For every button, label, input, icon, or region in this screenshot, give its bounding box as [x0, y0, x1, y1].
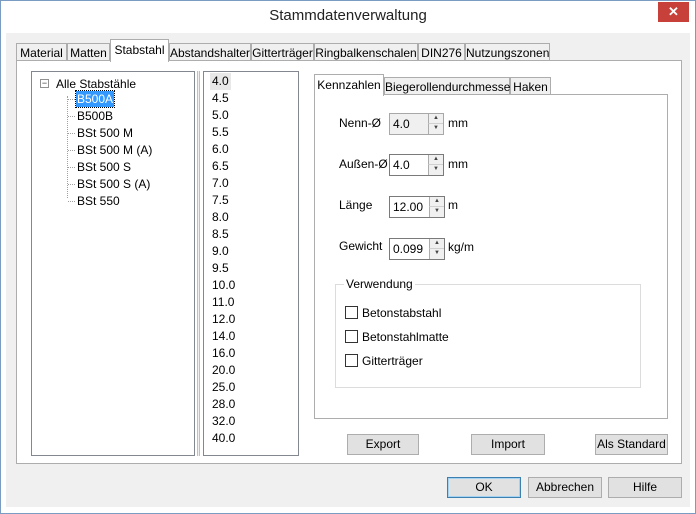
diameter-item[interactable]: 9.0 [210, 243, 231, 260]
diameter-item[interactable]: 11.0 [210, 294, 236, 311]
betonstahlmatte-label: Betonstahlmatte [362, 330, 449, 344]
close-button[interactable]: ✕ [658, 2, 689, 22]
gewicht-stepper[interactable]: 0.099 ▲ ▼ [389, 238, 445, 260]
verwendung-title: Verwendung [344, 277, 415, 291]
diameter-item[interactable]: 6.5 [210, 158, 231, 175]
tree-item-bst-500-s[interactable]: BSt 500 S [76, 159, 132, 175]
als-standard-button[interactable]: Als Standard [595, 434, 668, 455]
verwendung-group: Verwendung Betonstabstahl Betonstahlmatt… [335, 277, 641, 388]
diameter-item[interactable]: 9.5 [210, 260, 231, 277]
spin-up-icon[interactable]: ▲ [428, 155, 443, 165]
laenge-stepper[interactable]: 12.00 ▲ ▼ [389, 196, 445, 218]
nenn-unit: mm [448, 116, 468, 130]
diameter-item[interactable]: 4.5 [210, 90, 231, 107]
diameter-item[interactable]: 16.0 [210, 345, 237, 362]
diameter-item[interactable]: 8.0 [210, 209, 231, 226]
tab-kennzahlen[interactable]: Kennzahlen [314, 74, 384, 96]
close-icon: ✕ [668, 4, 679, 19]
tree-item-bst-500-s-a[interactable]: BSt 500 S (A) [76, 176, 151, 192]
diameter-item[interactable]: 10.0 [210, 277, 237, 294]
diameter-item[interactable]: 32.0 [210, 413, 237, 430]
tree-connector [68, 99, 75, 100]
tab-gittertraeger[interactable]: Gitterträger [251, 43, 314, 61]
diameter-item[interactable]: 14.0 [210, 328, 237, 345]
spin-up-icon[interactable]: ▲ [429, 197, 444, 207]
spin-down-icon[interactable]: ▼ [428, 165, 443, 175]
laenge-value: 12.00 [393, 200, 424, 214]
gewicht-value: 0.099 [393, 242, 424, 256]
diameter-item[interactable]: 7.0 [210, 175, 231, 192]
diameter-item[interactable]: 7.5 [210, 192, 231, 209]
ok-button[interactable]: OK [447, 477, 521, 498]
gittertraeger-label: Gitterträger [362, 354, 423, 368]
tab-stabstahl[interactable]: Stabstahl [110, 39, 169, 62]
tree-connector [68, 184, 75, 185]
tree-item-b500b[interactable]: B500B [76, 108, 114, 124]
aussen-diameter-stepper[interactable]: 4.0 ▲ ▼ [389, 154, 444, 176]
collapse-icon[interactable]: − [40, 79, 49, 88]
tree-item-bst-550[interactable]: BSt 550 [76, 193, 121, 209]
import-button[interactable]: Import [471, 434, 545, 455]
export-button[interactable]: Export [347, 434, 419, 455]
dialog-client: Material Matten Stabstahl Abstandshalter… [6, 33, 690, 507]
tab-biegerollendurchmesser[interactable]: Biegerollendurchmesser [384, 77, 514, 95]
tab-material[interactable]: Material [16, 43, 67, 61]
cancel-button[interactable]: Abbrechen [528, 477, 602, 498]
dialog-window: Stammdatenverwaltung ✕ Material Matten S… [0, 0, 696, 514]
tab-haken[interactable]: Haken [510, 77, 551, 95]
diameter-item[interactable]: 5.0 [210, 107, 231, 124]
diameter-item[interactable]: 12.0 [210, 311, 237, 328]
diameter-list[interactable]: 4.0 4.5 5.0 5.5 6.0 6.5 7.0 7.5 8.0 8.5 … [203, 71, 299, 456]
diameter-item[interactable]: 40.0 [210, 430, 237, 447]
aussen-value: 4.0 [393, 158, 410, 172]
nenn-label: Nenn-Ø [339, 116, 382, 130]
tab-ringbalkenschalen[interactable]: Ringbalkenschalen [314, 43, 418, 61]
tab-matten[interactable]: Matten [67, 43, 110, 61]
tree-item-bst-500-m[interactable]: BSt 500 M [76, 125, 134, 141]
spin-up-icon[interactable]: ▲ [429, 239, 444, 249]
tree-root-label: Alle Stabstähle [56, 77, 137, 91]
laenge-unit: m [448, 198, 458, 212]
gewicht-unit: kg/m [448, 240, 475, 254]
tree-connector [68, 150, 75, 151]
stabstahl-panel: − Alle Stabstähle B500A B500B BSt 500 M … [16, 60, 682, 464]
tree-connector [68, 167, 75, 168]
steel-grade-tree[interactable]: − Alle Stabstähle B500A B500B BSt 500 M … [31, 71, 195, 456]
aussen-unit: mm [448, 157, 468, 171]
diameter-item[interactable]: 8.5 [210, 226, 231, 243]
tree-connector [67, 96, 68, 198]
diameter-item[interactable]: 4.0 [210, 73, 231, 90]
nenn-value: 4.0 [393, 117, 410, 131]
tree-connector [68, 201, 75, 202]
tree-item-b500a[interactable]: B500A [74, 90, 116, 108]
nenn-diameter-stepper[interactable]: 4.0 ▲ ▼ [389, 113, 444, 135]
tree-connector [68, 116, 75, 117]
diameter-item[interactable]: 28.0 [210, 396, 237, 413]
tree-connector [68, 133, 75, 134]
title-bar[interactable]: Stammdatenverwaltung ✕ [1, 1, 695, 33]
diameter-item[interactable]: 20.0 [210, 362, 237, 379]
kennzahlen-panel: Nenn-Ø 4.0 ▲ ▼ mm Außen-Ø 4.0 ▲ ▼ mm Länge… [314, 94, 668, 419]
aussen-label: Außen-Ø [339, 157, 388, 171]
splitter-handle[interactable] [197, 71, 200, 456]
tab-abstandshalter[interactable]: Abstandshalter [169, 43, 251, 61]
diameter-item[interactable]: 5.5 [210, 124, 231, 141]
spin-down-icon[interactable]: ▼ [429, 207, 444, 217]
diameter-item[interactable]: 6.0 [210, 141, 231, 158]
spin-up-icon[interactable]: ▲ [428, 114, 443, 124]
window-title: Stammdatenverwaltung [269, 7, 427, 24]
gewicht-label: Gewicht [339, 239, 383, 253]
tab-din276[interactable]: DIN276 [418, 43, 465, 61]
tab-nutzungszonen[interactable]: Nutzungszonen [465, 43, 550, 61]
spin-down-icon[interactable]: ▼ [429, 249, 444, 259]
spin-down-icon[interactable]: ▼ [428, 124, 443, 134]
laenge-label: Länge [339, 198, 373, 212]
help-button[interactable]: Hilfe [608, 477, 682, 498]
tree-item-bst-500-m-a[interactable]: BSt 500 M (A) [76, 142, 153, 158]
betonstabstahl-label: Betonstabstahl [362, 306, 442, 320]
diameter-item[interactable]: 25.0 [210, 379, 237, 396]
